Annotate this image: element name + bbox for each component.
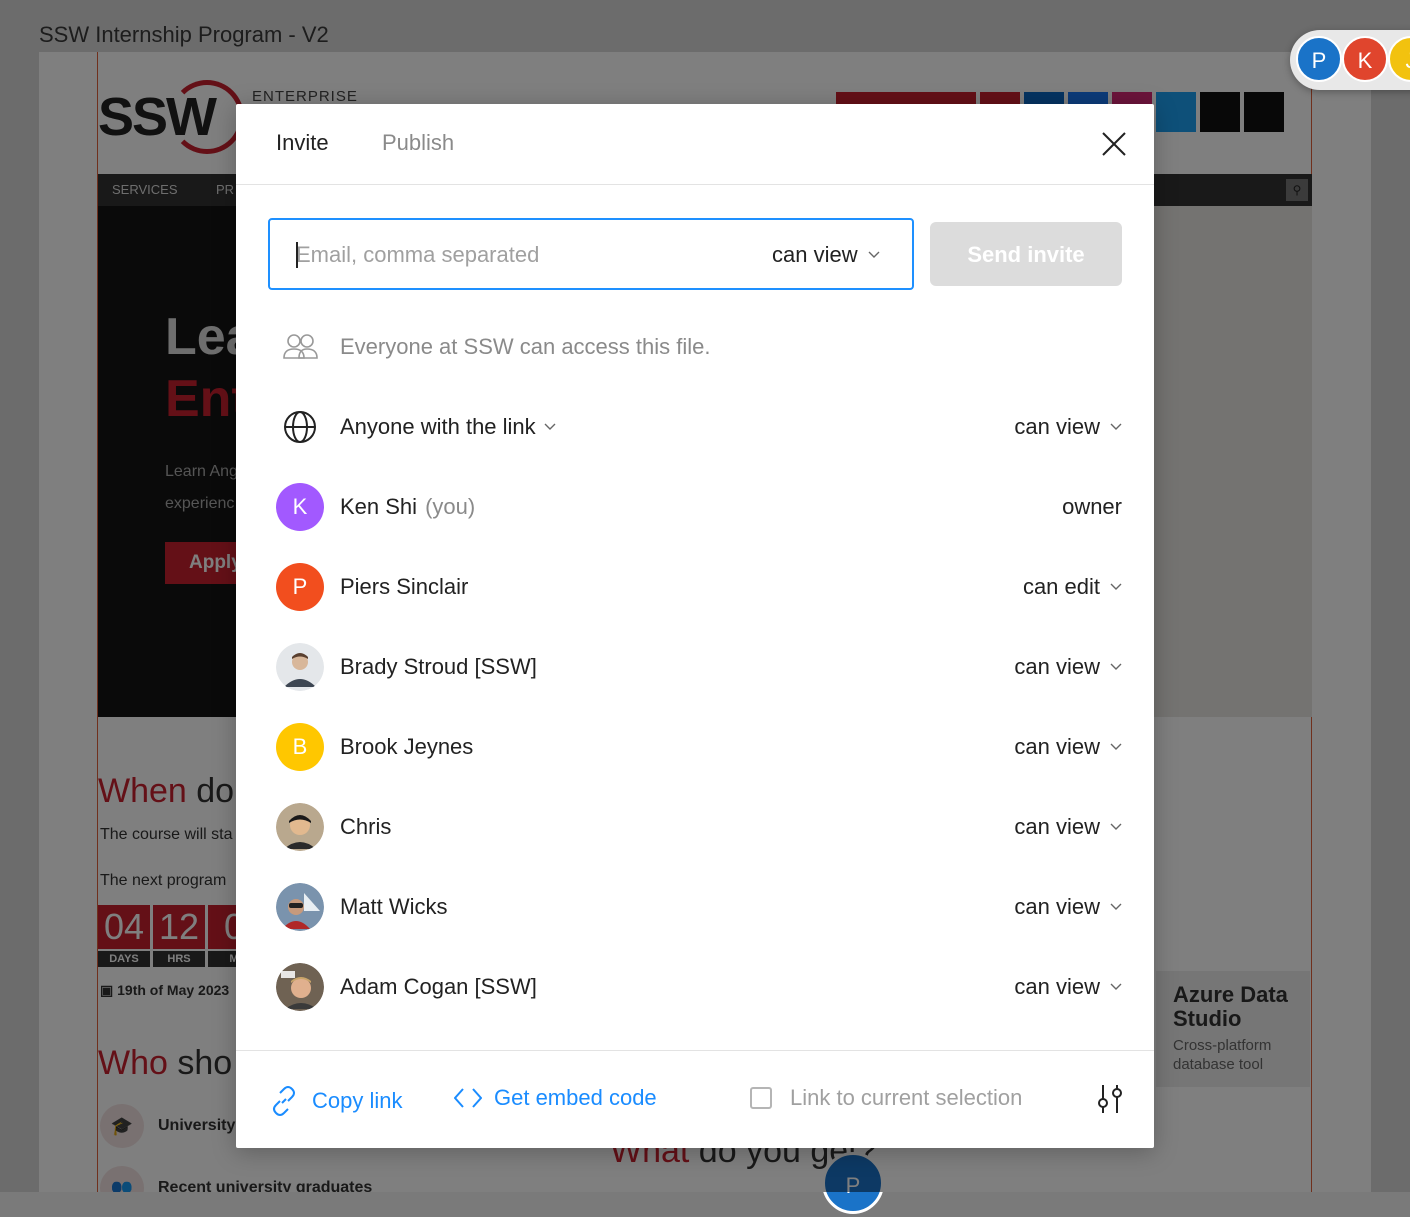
member-row-adam-cogan: Adam Cogan [SSW] can view xyxy=(276,962,1122,1012)
chevron-down-icon xyxy=(1110,423,1122,430)
member-name: Adam Cogan [SSW] xyxy=(340,974,537,999)
member-name-text: Ken Shi xyxy=(340,494,418,519)
member-permission-select[interactable]: can view xyxy=(1014,814,1122,840)
member-permission-label: can view xyxy=(1014,734,1100,759)
avatar[interactable]: J xyxy=(1388,36,1410,82)
invite-permission-label: can view xyxy=(772,242,858,267)
org-access-text: Everyone at SSW can access this file. xyxy=(340,334,711,359)
chevron-down-icon xyxy=(1110,983,1122,990)
link-access-label: Anyone with the link xyxy=(340,414,536,439)
tab-publish[interactable]: Publish xyxy=(382,130,454,156)
link-access-row: Anyone with the link can view xyxy=(276,402,1122,452)
link-icon xyxy=(273,1086,295,1116)
avatar[interactable]: K xyxy=(1342,36,1388,82)
member-permission-select[interactable]: can view xyxy=(1014,974,1122,1000)
dialog-header: Invite Publish xyxy=(236,104,1154,185)
code-icon xyxy=(454,1088,482,1108)
text-caret xyxy=(296,242,298,268)
avatar: B xyxy=(276,723,324,771)
member-permission-label: can view xyxy=(1014,974,1100,999)
member-permission: owner xyxy=(1062,494,1122,520)
member-row-brook-jeynes: B Brook Jeynes can view xyxy=(276,722,1122,772)
member-permission-label: can view xyxy=(1014,814,1100,839)
member-name: Brady Stroud [SSW] xyxy=(340,654,537,679)
member-permission-select[interactable]: can view xyxy=(1014,894,1122,920)
avatar: K xyxy=(276,483,324,531)
send-invite-button[interactable]: Send invite xyxy=(930,222,1122,286)
member-row-matt-wicks: Matt Wicks can view xyxy=(276,882,1122,932)
chevron-down-icon xyxy=(1110,663,1122,670)
member-name: Chris xyxy=(340,814,392,839)
chevron-down-icon xyxy=(1110,583,1122,590)
member-row-ken-shi: K Ken Shi (you) owner xyxy=(276,482,1122,532)
member-you-tag: (you) xyxy=(425,494,476,519)
tab-invite[interactable]: Invite xyxy=(276,130,329,156)
link-selection-label: Link to current selection xyxy=(790,1085,1023,1110)
link-permission-select[interactable]: can view xyxy=(1014,414,1122,440)
org-access-row: Everyone at SSW can access this file. xyxy=(276,322,1122,372)
member-permission-select[interactable]: can view xyxy=(1014,734,1122,760)
member-permission-label: owner xyxy=(1062,494,1122,519)
link-selection-toggle[interactable]: Link to current selection xyxy=(750,1085,1022,1111)
member-row-chris: Chris can view xyxy=(276,802,1122,852)
member-name: Ken Shi (you) xyxy=(340,494,475,520)
avatar: P xyxy=(276,563,324,611)
avatar xyxy=(276,963,324,1011)
avatar xyxy=(276,643,324,691)
copy-link-button[interactable]: Copy link xyxy=(268,1085,402,1117)
globe-icon xyxy=(284,411,316,443)
team-icon xyxy=(283,334,318,359)
member-name: Piers Sinclair xyxy=(340,574,469,599)
chevron-down-icon xyxy=(1110,743,1122,750)
member-permission-label: can view xyxy=(1014,894,1100,919)
copy-link-label: Copy link xyxy=(312,1088,403,1113)
member-name: Brook Jeynes xyxy=(340,734,474,759)
link-permission-label: can view xyxy=(1014,414,1100,439)
link-access-select[interactable]: Anyone with the link xyxy=(340,414,556,440)
chevron-down-icon xyxy=(1110,823,1122,830)
chevron-down-icon xyxy=(868,251,880,258)
invite-permission-select[interactable]: can view xyxy=(772,242,880,268)
chevron-down-icon xyxy=(1110,903,1122,910)
avatar xyxy=(276,803,324,851)
invite-email-field[interactable]: can view xyxy=(268,218,914,290)
member-row-brady-stroud: Brady Stroud [SSW] can view xyxy=(276,642,1122,692)
member-permission-label: can edit xyxy=(1022,574,1100,599)
link-selection-checkbox[interactable] xyxy=(750,1087,772,1109)
embed-code-button[interactable]: Get embed code xyxy=(454,1085,657,1111)
dialog-footer: Copy link Get embed code Link to current… xyxy=(236,1050,1154,1149)
member-name: Matt Wicks xyxy=(340,894,448,919)
avatar xyxy=(276,883,324,931)
chevron-down-icon xyxy=(544,423,556,430)
member-permission-select[interactable]: can edit xyxy=(1023,574,1122,600)
embed-code-label: Get embed code xyxy=(494,1085,657,1110)
share-dialog: Invite Publish can view Send invite Ever… xyxy=(236,104,1154,1148)
email-input[interactable] xyxy=(294,236,738,274)
close-icon[interactable] xyxy=(1098,128,1130,160)
presence-avatars: P K J xyxy=(1290,30,1410,90)
member-permission-select[interactable]: can view xyxy=(1014,654,1122,680)
member-row-piers-sinclair: P Piers Sinclair can edit xyxy=(276,562,1122,612)
avatar[interactable]: P xyxy=(1296,36,1342,82)
settings-sliders-icon[interactable] xyxy=(1094,1083,1126,1115)
member-permission-label: can view xyxy=(1014,654,1100,679)
